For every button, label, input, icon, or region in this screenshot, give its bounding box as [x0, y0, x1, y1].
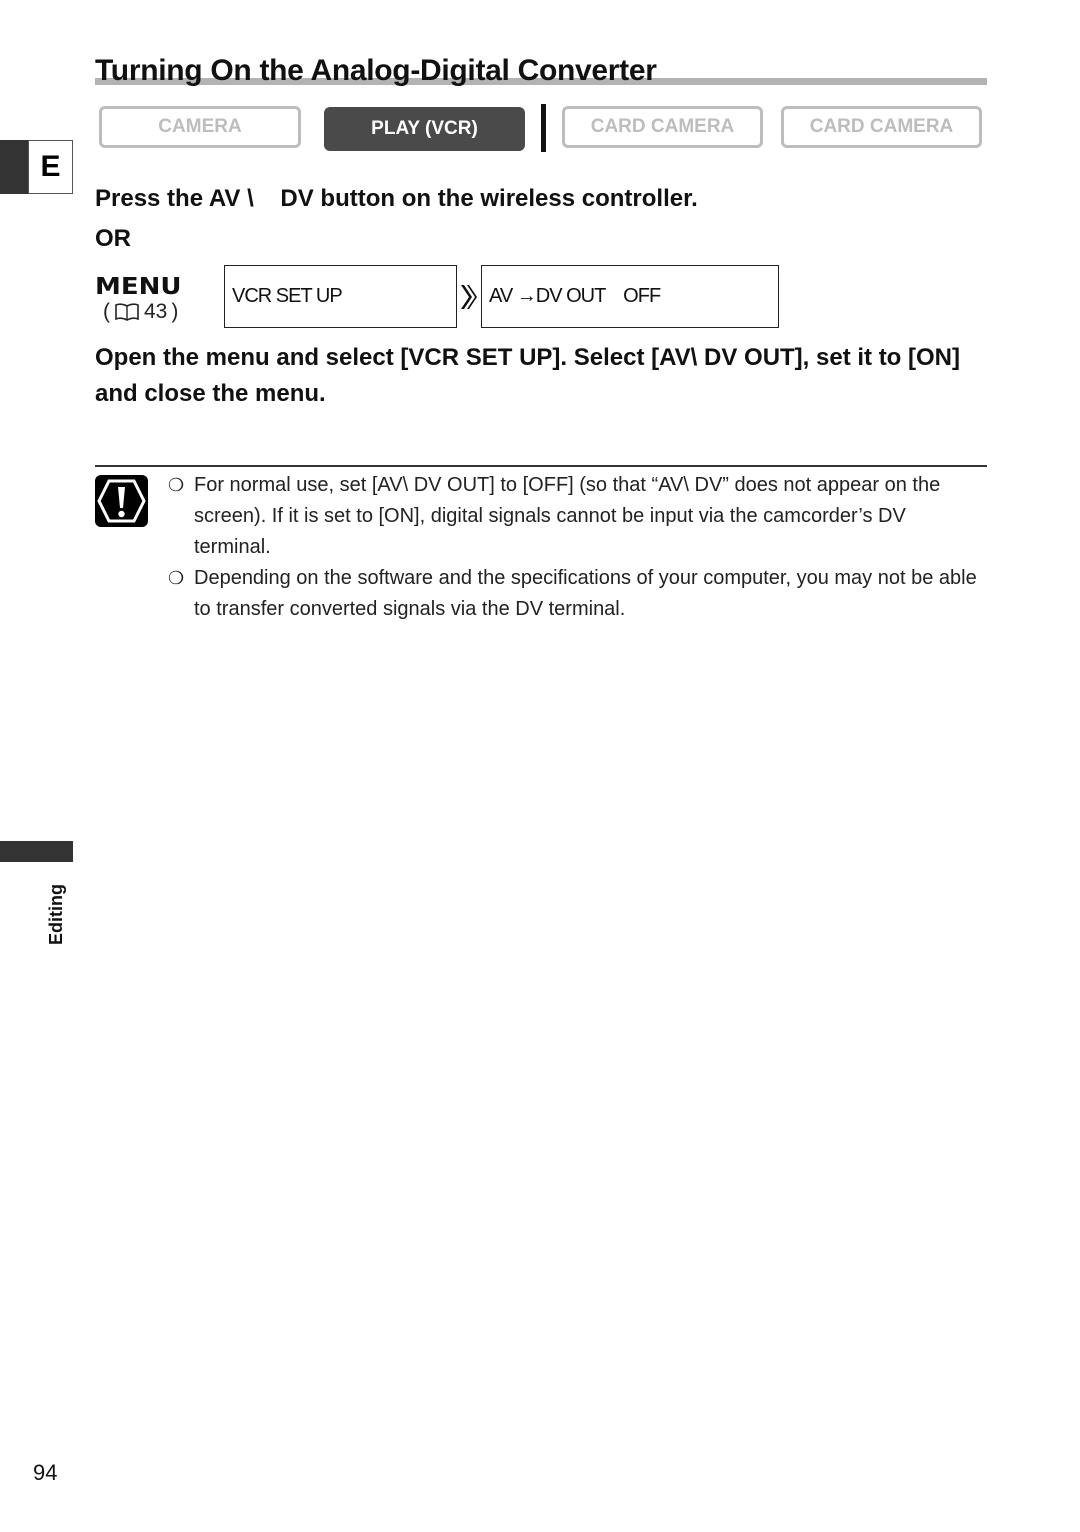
- paren-close: ): [171, 300, 179, 323]
- mode-play-vcr: PLAY (VCR): [324, 107, 525, 151]
- paren-open: (: [103, 300, 110, 323]
- mode-camera: CAMERA: [99, 106, 301, 148]
- note-text: For normal use, set [AV\ DV OUT] to [OFF…: [194, 474, 941, 558]
- caution-icon: [95, 475, 148, 527]
- page-title: Turning On the Analog-Digital Converter: [95, 54, 657, 87]
- language-tab: E: [28, 140, 73, 194]
- note-item: ❍ Depending on the software and the spec…: [168, 563, 988, 625]
- menu-page-reference: ( 43 ): [103, 300, 178, 324]
- section-tab-marker: [0, 841, 73, 862]
- mode-card-camera: CARD CAMERA: [562, 106, 763, 148]
- section-label: Editing: [46, 884, 66, 945]
- step-instruction-menu: Open the menu and select [VCR SET UP]. S…: [95, 344, 960, 407]
- language-tab-marker: [0, 140, 28, 194]
- menu-icon-label: MENU: [95, 273, 182, 301]
- notes-divider: [95, 465, 987, 467]
- step-instruction-remote: Press the AV \ DV button on the wireless…: [95, 185, 698, 212]
- page-number: 94: [33, 1460, 58, 1485]
- note-text: Depending on the software and the specif…: [194, 567, 977, 620]
- menu-screen-av-dv-out: AV →DV OUT OFF: [481, 265, 779, 328]
- bullet-icon: ❍: [168, 475, 185, 495]
- bullet-icon: ❍: [168, 568, 185, 588]
- mode-separator: [541, 104, 546, 152]
- note-item: ❍ For normal use, set [AV\ DV OUT] to [O…: [168, 470, 988, 563]
- or-label: OR: [95, 225, 131, 252]
- notes-list: ❍ For normal use, set [AV\ DV OUT] to [O…: [168, 470, 988, 625]
- menu-ref-page: 43: [144, 300, 168, 323]
- menu-screen-vcr-setup: VCR SET UP: [224, 265, 457, 328]
- mode-card-camera-2: CARD CAMERA: [781, 106, 982, 148]
- book-icon: [115, 303, 139, 321]
- double-chevron-right-icon: [461, 285, 477, 309]
